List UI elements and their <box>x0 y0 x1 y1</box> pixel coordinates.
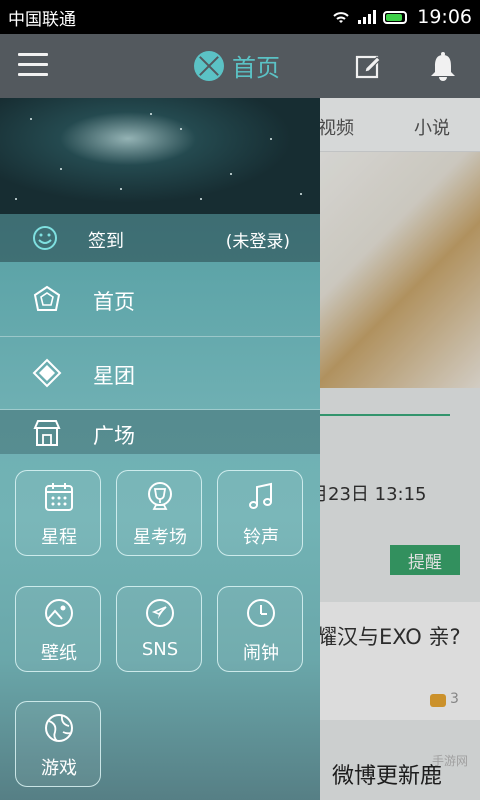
tile-label: 星程 <box>41 527 77 548</box>
tile-games[interactable]: 游戏 <box>15 701 101 787</box>
status-icons: 19:06 <box>331 6 472 28</box>
calendar-icon <box>45 483 73 511</box>
smile-icon <box>33 226 57 250</box>
nav-label-plaza: 广场 <box>93 424 135 448</box>
tile-schedule[interactable]: 星程 <box>15 470 101 556</box>
planet-icon <box>45 714 73 742</box>
wifi-icon <box>333 12 349 23</box>
menu-icon[interactable] <box>18 53 48 79</box>
exo-logo-icon <box>194 50 224 81</box>
tile-label: 壁纸 <box>41 643 77 664</box>
tile-ringtone[interactable]: 铃声 <box>217 470 303 556</box>
side-drawer: 签到 (未登录) 首页 星团 广场 星程 星考场 铃声 壁纸 SNS 闹钟 游戏 <box>0 98 320 800</box>
drawer-header-image <box>0 98 320 214</box>
tile-label: 星考场 <box>133 527 187 548</box>
signin-label: 签到 <box>88 231 124 252</box>
tile-alarm[interactable]: 闹钟 <box>217 586 303 672</box>
tile-label: 铃声 <box>243 527 279 548</box>
login-status: (未登录) <box>225 232 290 252</box>
tile-label: 游戏 <box>41 758 77 779</box>
compass-icon <box>146 599 174 627</box>
nav-item-home[interactable]: 首页 <box>0 262 320 336</box>
diamond-icon <box>32 358 62 388</box>
clock-time: 19:06 <box>417 6 472 28</box>
tile-wallpaper[interactable]: 壁纸 <box>15 586 101 672</box>
music-icon <box>249 482 272 509</box>
signal-icon <box>358 10 377 24</box>
nav-label-home: 首页 <box>93 290 135 314</box>
nav-item-plaza[interactable]: 广场 <box>0 410 320 454</box>
page-title: 首页 <box>232 54 280 82</box>
content-dim-overlay[interactable] <box>320 98 480 800</box>
signin-row[interactable]: 签到 (未登录) <box>0 214 320 262</box>
nav-label-star-group: 星团 <box>93 364 135 388</box>
bell-icon[interactable] <box>429 51 457 81</box>
app-bar: 首页 <box>0 34 480 98</box>
home-icon <box>33 285 61 311</box>
image-icon <box>45 599 73 627</box>
tile-label: 闹钟 <box>243 643 279 664</box>
carrier-name: 中国联通 <box>8 9 76 30</box>
tile-label: SNS <box>141 639 179 660</box>
store-icon <box>33 420 61 446</box>
app-title-group: 首页 <box>194 48 280 83</box>
nav-item-star-group[interactable]: 星团 <box>0 337 320 409</box>
trophy-icon <box>148 482 172 510</box>
battery-icon <box>383 10 408 24</box>
tile-sns[interactable]: SNS <box>116 586 202 672</box>
edit-icon[interactable] <box>355 53 381 79</box>
tile-exam[interactable]: 星考场 <box>116 470 202 556</box>
clock-icon <box>247 599 275 627</box>
status-bar: 中国联通 19:06 <box>0 0 480 34</box>
